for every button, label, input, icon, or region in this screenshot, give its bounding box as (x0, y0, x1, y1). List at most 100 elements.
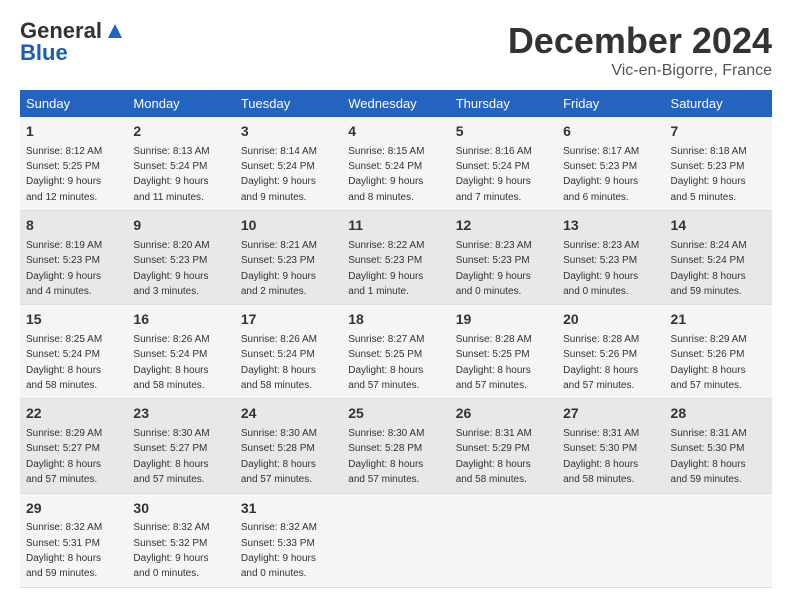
calendar-week-row: 29 Sunrise: 8:32 AM Sunset: 5:31 PM Dayli… (20, 493, 772, 587)
calendar-cell: 30Sunrise: 8:32 AM Sunset: 5:32 PM Dayli… (127, 493, 234, 587)
day-info: Sunrise: 8:31 AM Sunset: 5:30 PM Dayligh… (671, 428, 747, 485)
calendar-cell: 13 Sunrise: 8:23 AM Sunset: 5:23 PM Dayli… (557, 211, 664, 305)
day-number: 21 (671, 310, 766, 330)
calendar-cell: 3 Sunrise: 8:14 AM Sunset: 5:24 PM Daylig… (235, 117, 342, 211)
day-info: Sunrise: 8:20 AM Sunset: 5:23 PM Dayligh… (133, 240, 209, 297)
day-number: 2 (133, 122, 228, 142)
weekday-header-thursday: Thursday (450, 90, 557, 117)
calendar-cell: 14 Sunrise: 8:24 AM Sunset: 5:24 PM Dayli… (665, 211, 772, 305)
calendar-cell: 5 Sunrise: 8:16 AM Sunset: 5:24 PM Daylig… (450, 117, 557, 211)
day-info: Sunrise: 8:24 AM Sunset: 5:24 PM Dayligh… (671, 240, 747, 297)
calendar-cell: 21 Sunrise: 8:29 AM Sunset: 5:26 PM Dayli… (665, 305, 772, 399)
day-info: Sunrise: 8:13 AM Sunset: 5:24 PM Dayligh… (133, 146, 209, 203)
day-info: Sunrise: 8:17 AM Sunset: 5:23 PM Dayligh… (563, 146, 639, 203)
day-info: Sunrise: 8:15 AM Sunset: 5:24 PM Dayligh… (348, 146, 424, 203)
day-info: Sunrise: 8:14 AM Sunset: 5:24 PM Dayligh… (241, 146, 317, 203)
day-number: 30 (133, 499, 228, 519)
calendar-cell: 15Sunrise: 8:25 AM Sunset: 5:24 PM Dayli… (20, 305, 127, 399)
calendar-cell: 18 Sunrise: 8:27 AM Sunset: 5:25 PM Dayli… (342, 305, 449, 399)
calendar-cell: 4 Sunrise: 8:15 AM Sunset: 5:24 PM Daylig… (342, 117, 449, 211)
calendar-cell: 12 Sunrise: 8:23 AM Sunset: 5:23 PM Dayli… (450, 211, 557, 305)
day-number: 4 (348, 122, 443, 142)
day-info: Sunrise: 8:23 AM Sunset: 5:23 PM Dayligh… (563, 240, 639, 297)
calendar-cell (665, 493, 772, 587)
day-info: Sunrise: 8:16 AM Sunset: 5:24 PM Dayligh… (456, 146, 532, 203)
day-number: 5 (456, 122, 551, 142)
calendar-cell: 8Sunrise: 8:19 AM Sunset: 5:23 PM Daylig… (20, 211, 127, 305)
weekday-header-tuesday: Tuesday (235, 90, 342, 117)
day-number: 27 (563, 404, 658, 424)
calendar-cell: 26Sunrise: 8:31 AM Sunset: 5:29 PM Dayli… (450, 399, 557, 493)
weekday-header-row: SundayMondayTuesdayWednesdayThursdayFrid… (20, 90, 772, 117)
calendar-week-row: 1 Sunrise: 8:12 AM Sunset: 5:25 PM Daylig… (20, 117, 772, 211)
day-number: 6 (563, 122, 658, 142)
day-info: Sunrise: 8:31 AM Sunset: 5:29 PM Dayligh… (456, 428, 532, 485)
calendar-cell: 9 Sunrise: 8:20 AM Sunset: 5:23 PM Daylig… (127, 211, 234, 305)
day-number: 29 (26, 499, 121, 519)
calendar-cell: 28Sunrise: 8:31 AM Sunset: 5:30 PM Dayli… (665, 399, 772, 493)
day-number: 19 (456, 310, 551, 330)
calendar-cell (450, 493, 557, 587)
day-number: 12 (456, 216, 551, 236)
day-number: 15 (26, 310, 121, 330)
weekday-header-saturday: Saturday (665, 90, 772, 117)
day-info: Sunrise: 8:27 AM Sunset: 5:25 PM Dayligh… (348, 334, 424, 391)
day-number: 14 (671, 216, 766, 236)
weekday-header-wednesday: Wednesday (342, 90, 449, 117)
day-number: 3 (241, 122, 336, 142)
day-info: Sunrise: 8:19 AM Sunset: 5:23 PM Dayligh… (26, 240, 102, 297)
calendar-cell: 31 Sunrise: 8:32 AM Sunset: 5:33 PM Dayli… (235, 493, 342, 587)
day-number: 31 (241, 499, 336, 519)
day-number: 18 (348, 310, 443, 330)
day-info: Sunrise: 8:29 AM Sunset: 5:26 PM Dayligh… (671, 334, 747, 391)
day-number: 23 (133, 404, 228, 424)
calendar-week-row: 8Sunrise: 8:19 AM Sunset: 5:23 PM Daylig… (20, 211, 772, 305)
weekday-header-sunday: Sunday (20, 90, 127, 117)
logo: General Blue (20, 20, 126, 65)
day-info: Sunrise: 8:30 AM Sunset: 5:27 PM Dayligh… (133, 428, 209, 485)
logo-general-text: General (20, 20, 102, 42)
calendar-cell: 11Sunrise: 8:22 AM Sunset: 5:23 PM Dayli… (342, 211, 449, 305)
calendar-cell: 6 Sunrise: 8:17 AM Sunset: 5:23 PM Daylig… (557, 117, 664, 211)
day-info: Sunrise: 8:28 AM Sunset: 5:25 PM Dayligh… (456, 334, 532, 391)
day-number: 25 (348, 404, 443, 424)
calendar-cell: 29 Sunrise: 8:32 AM Sunset: 5:31 PM Dayli… (20, 493, 127, 587)
logo-blue-text: Blue (20, 40, 68, 65)
day-info: Sunrise: 8:26 AM Sunset: 5:24 PM Dayligh… (241, 334, 317, 391)
weekday-header-friday: Friday (557, 90, 664, 117)
day-info: Sunrise: 8:22 AM Sunset: 5:23 PM Dayligh… (348, 240, 424, 297)
day-info: Sunrise: 8:18 AM Sunset: 5:23 PM Dayligh… (671, 146, 747, 203)
day-info: Sunrise: 8:21 AM Sunset: 5:23 PM Dayligh… (241, 240, 317, 297)
calendar-week-row: 15Sunrise: 8:25 AM Sunset: 5:24 PM Dayli… (20, 305, 772, 399)
day-info: Sunrise: 8:30 AM Sunset: 5:28 PM Dayligh… (241, 428, 317, 485)
calendar-cell: 2 Sunrise: 8:13 AM Sunset: 5:24 PM Daylig… (127, 117, 234, 211)
day-number: 13 (563, 216, 658, 236)
location-title: Vic-en-Bigorre, France (508, 62, 772, 80)
calendar-cell: 19 Sunrise: 8:28 AM Sunset: 5:25 PM Dayli… (450, 305, 557, 399)
day-number: 22 (26, 404, 121, 424)
calendar-table: SundayMondayTuesdayWednesdayThursdayFrid… (20, 90, 772, 588)
calendar-cell: 10 Sunrise: 8:21 AM Sunset: 5:23 PM Dayli… (235, 211, 342, 305)
calendar-cell: 1 Sunrise: 8:12 AM Sunset: 5:25 PM Daylig… (20, 117, 127, 211)
calendar-cell (342, 493, 449, 587)
day-number: 20 (563, 310, 658, 330)
day-info: Sunrise: 8:32 AM Sunset: 5:31 PM Dayligh… (26, 522, 102, 579)
calendar-cell: 24Sunrise: 8:30 AM Sunset: 5:28 PM Dayli… (235, 399, 342, 493)
weekday-header-monday: Monday (127, 90, 234, 117)
title-area: December 2024 Vic-en-Bigorre, France (508, 20, 772, 80)
logo-triangle-icon (104, 20, 126, 42)
day-number: 17 (241, 310, 336, 330)
day-info: Sunrise: 8:30 AM Sunset: 5:28 PM Dayligh… (348, 428, 424, 485)
day-info: Sunrise: 8:29 AM Sunset: 5:27 PM Dayligh… (26, 428, 102, 485)
calendar-cell: 27Sunrise: 8:31 AM Sunset: 5:30 PM Dayli… (557, 399, 664, 493)
calendar-cell: 17 Sunrise: 8:26 AM Sunset: 5:24 PM Dayli… (235, 305, 342, 399)
day-info: Sunrise: 8:23 AM Sunset: 5:23 PM Dayligh… (456, 240, 532, 297)
day-number: 1 (26, 122, 121, 142)
day-info: Sunrise: 8:32 AM Sunset: 5:33 PM Dayligh… (241, 522, 317, 579)
calendar-cell: 23 Sunrise: 8:30 AM Sunset: 5:27 PM Dayli… (127, 399, 234, 493)
day-number: 10 (241, 216, 336, 236)
day-number: 9 (133, 216, 228, 236)
day-info: Sunrise: 8:12 AM Sunset: 5:25 PM Dayligh… (26, 146, 102, 203)
calendar-cell: 22 Sunrise: 8:29 AM Sunset: 5:27 PM Dayli… (20, 399, 127, 493)
day-number: 16 (133, 310, 228, 330)
